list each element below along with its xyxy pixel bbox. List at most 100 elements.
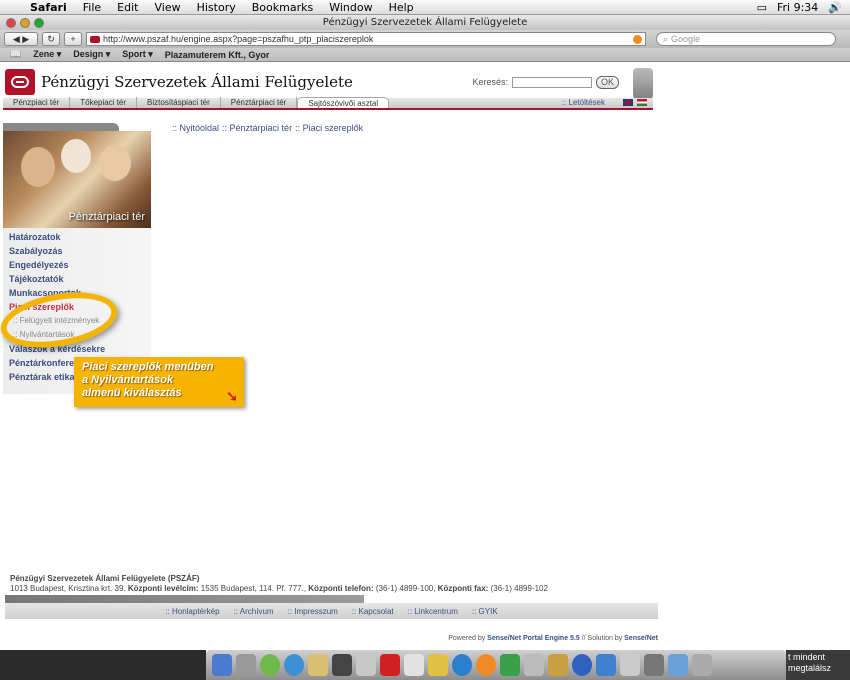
tab-biztositaspiaci[interactable]: Biztosításpiaci tér [137,97,221,108]
hungary-flag-icon[interactable] [637,99,647,106]
bookmarks-book-icon[interactable]: 📖 [10,49,21,60]
terminal-icon[interactable] [332,654,352,676]
footer-links: :: Honlaptérkép :: Archívum :: Impresszu… [5,603,658,619]
clock[interactable]: Fri 9:34 [777,1,818,14]
menu-bookmarks[interactable]: Bookmarks [244,1,321,14]
flash-icon[interactable] [572,654,592,676]
site-search: Keresés: OK [472,75,619,89]
utility-icon[interactable] [524,654,544,676]
menu-edit[interactable]: Edit [109,1,146,14]
package-icon[interactable] [548,654,568,676]
rss-icon[interactable] [633,34,642,44]
bookmark-zene[interactable]: Zene ▾ [33,49,61,60]
footer-phone-label: Központi telefon: [308,584,374,593]
printer-icon[interactable] [644,654,664,676]
dock [206,650,786,680]
sidebar-item-szabalyozas[interactable]: Szabályozás [3,244,151,258]
powered-prefix: Powered by [448,635,486,642]
site-favicon-icon [90,35,100,43]
tab-penzpiaci[interactable]: Pénzpiaci tér [3,97,71,108]
site-search-input[interactable] [511,76,592,88]
footer-contact: Pénzügyi Szervezetek Állami Felügyelete … [10,574,548,594]
finder-icon[interactable] [212,654,232,676]
reload-button[interactable]: ↻ [42,32,60,46]
arrow-pointer-icon: ➘ [226,388,238,404]
dock-app-icon[interactable] [620,654,640,676]
safari-icon[interactable] [284,654,304,676]
breadcrumb-piaci-szereplok[interactable]: :: Piaci szereplők [295,123,363,133]
dreamweaver-icon[interactable] [452,654,472,676]
powered-mid: // Solution by [581,635,623,642]
add-bookmark-button[interactable]: + [64,32,82,46]
callout-line-2: a Nyilvántartások [82,374,174,386]
powered-engine[interactable]: Sense/Net Portal Engine 5.5 [487,635,580,642]
footer-link-impresszum[interactable]: :: Impresszum [288,607,338,616]
acrobat-icon[interactable] [380,654,400,676]
photos-icon[interactable] [476,654,496,676]
preview-icon[interactable] [356,654,376,676]
tab-penztarpiaci[interactable]: Pénztárpiaci tér [221,97,298,108]
tutorial-callout: Piaci szereplők menüben a Nyilvántartáso… [74,357,244,407]
volume-icon[interactable]: 🔊 [828,1,842,14]
mac-menubar: Safari File Edit View History Bookmarks … [0,0,850,15]
menu-app-safari[interactable]: Safari [22,1,75,14]
itunes-icon[interactable] [260,654,280,676]
tab-tokepiaci[interactable]: Tőkepiaci tér [70,97,138,108]
menu-view[interactable]: View [146,1,188,14]
breadcrumb: :: Nyitóoldal :: Pénztárpiaci tér :: Pia… [172,123,363,133]
bookmark-plazamuterem[interactable]: Plazamuterem Kft., Gyor [165,50,270,60]
footer-phone-value: (36-1) 4899-100, [375,584,436,593]
breadcrumb-penztarpiaci[interactable]: :: Pénztárpiaci tér [222,123,292,133]
footer-link-gyik[interactable]: :: GYIK [472,607,498,616]
pszaf-logo-icon[interactable] [5,69,35,95]
window-thumb-icon[interactable] [668,654,688,676]
footer-fax-value: (36-1) 4899-102 [490,584,548,593]
site-title: Pénzügyi Szervezetek Állami Felügyelete [41,73,353,91]
footer-fax-label: Központi fax: [437,584,489,593]
star-app-icon[interactable] [428,654,448,676]
uk-flag-icon[interactable] [623,99,633,106]
downloads-link[interactable]: :: Letöltések [562,98,605,107]
menu-window[interactable]: Window [321,1,380,14]
back-forward-button[interactable]: ◀ ▶ [4,32,38,46]
window-title: Pénzügyi Szervezetek Állami Felügyelete [322,17,528,28]
pdf-icon[interactable] [404,654,424,676]
sidebar-item-engedelyezes[interactable]: Engedélyezés [3,258,151,272]
word-icon[interactable] [596,654,616,676]
bookmark-design[interactable]: Design ▾ [73,49,110,60]
mail-icon[interactable] [308,654,328,676]
trash-icon[interactable] [692,654,712,676]
sidebar-item-hatarozatok[interactable]: Határozatok [3,230,151,244]
menu-help[interactable]: Help [381,1,422,14]
magnifier-icon: ⌕ [663,33,669,44]
window-titlebar: Pénzügyi Szervezetek Állami Felügyelete [0,15,850,30]
desktop-note-line-1: t mindent [788,652,826,662]
sidebar-header-bar [3,123,119,131]
desktop-note: t mindent megtalálsz [786,650,850,680]
display-icon[interactable]: ▭ [757,1,767,14]
menu-history[interactable]: History [189,1,244,14]
footer-link-linkcentrum[interactable]: :: Linkcentrum [408,607,458,616]
footer-link-honlapterkep[interactable]: :: Honlaptérkép [165,607,219,616]
system-prefs-icon[interactable] [236,654,256,676]
sidebar-item-tajekoztatok[interactable]: Tájékoztatók [3,272,151,286]
search-label: Keresés: [472,77,508,87]
google-search-placeholder: Google [671,34,701,44]
callout-line-3: almenü kiválasztás [82,387,182,399]
footer-link-archivum[interactable]: :: Archívum [234,607,274,616]
footer-address: 1013 Budapest, Krisztina krt. 39. [10,584,126,593]
menu-file[interactable]: File [75,1,109,14]
pen-app-icon[interactable] [500,654,520,676]
powered-solution[interactable]: Sense/Net [624,635,658,642]
breadcrumb-home[interactable]: :: Nyitóoldal [172,123,219,133]
bookmarks-bar: 📖 Zene ▾ Design ▾ Sport ▾ Plazamuterem K… [0,48,850,62]
search-ok-button[interactable]: OK [595,75,619,89]
footer-link-kapcsolat[interactable]: :: Kapcsolat [352,607,394,616]
address-bar[interactable]: http://www.pszaf.hu/engine.aspx?page=psz… [86,32,646,46]
address-text[interactable]: http://www.pszaf.hu/engine.aspx?page=psz… [103,34,630,44]
section-photo: Pénztárpiaci tér [3,131,151,228]
google-search-input[interactable]: ⌕ Google [656,32,836,46]
bookmark-sport[interactable]: Sport ▾ [122,49,153,60]
tab-sajtoszovivoi[interactable]: Sajtószóvivői asztal [297,97,390,108]
main-nav: Pénzpiaci tér Tőkepiaci tér Biztosításpi… [3,97,653,110]
